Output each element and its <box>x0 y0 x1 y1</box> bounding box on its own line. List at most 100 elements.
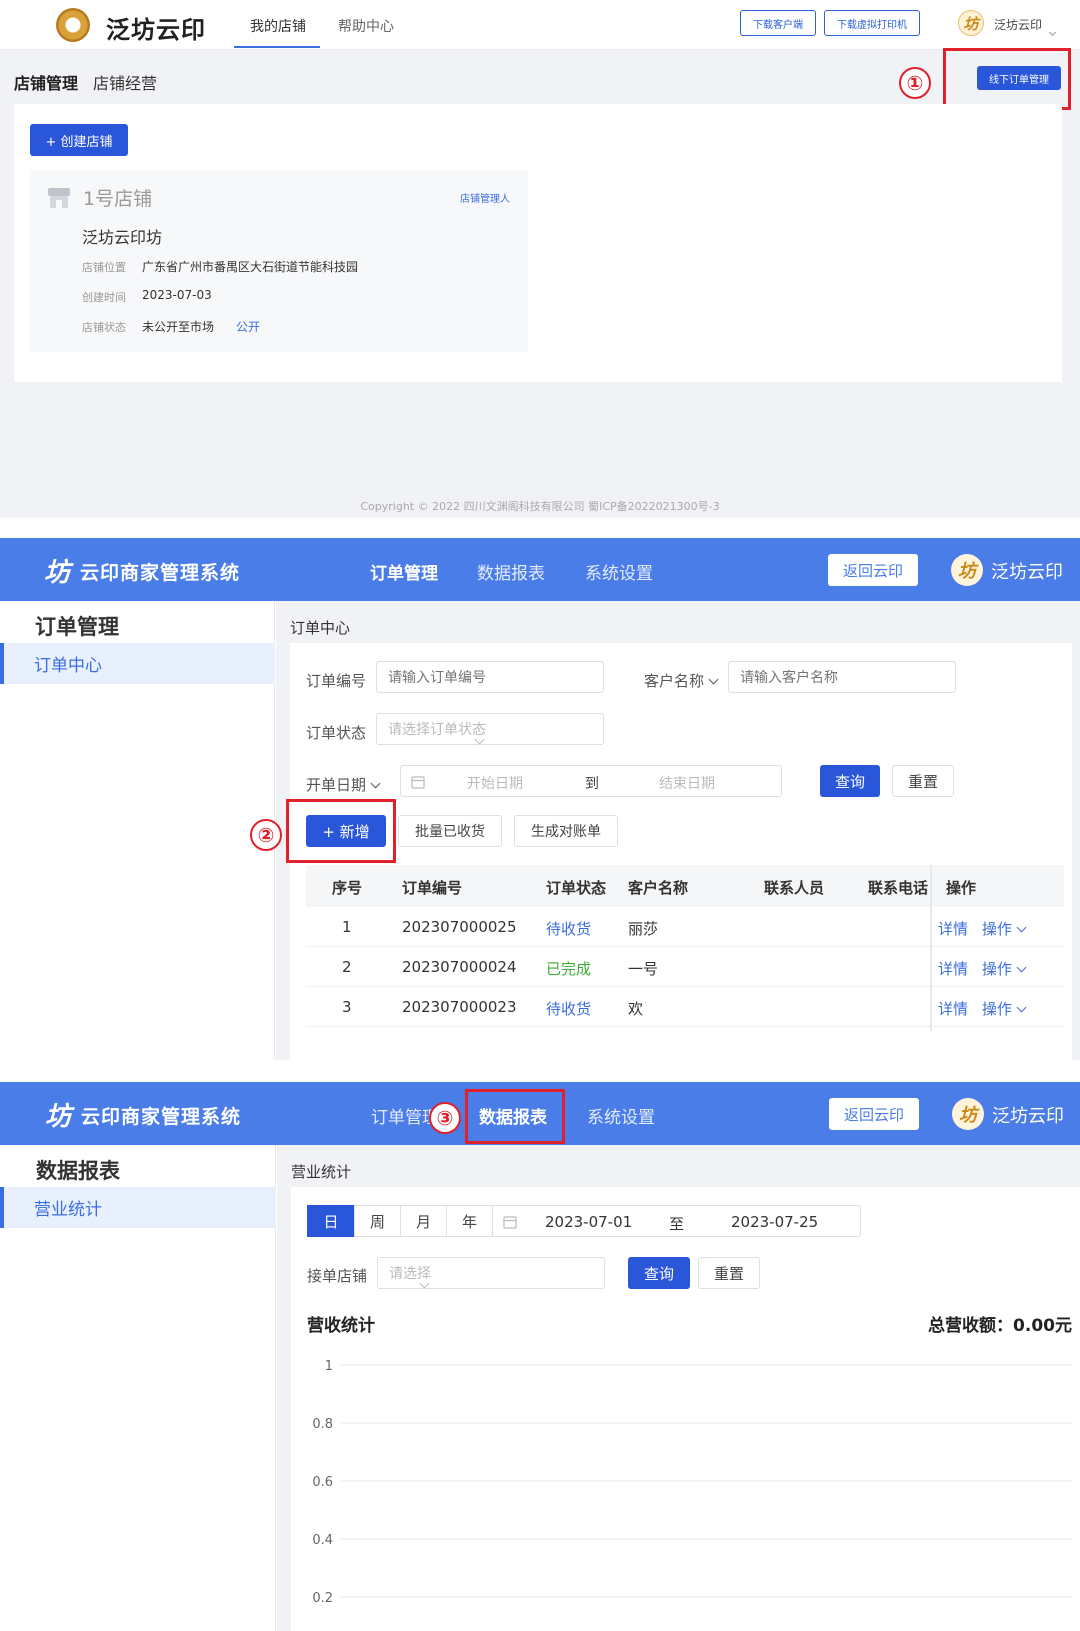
cell-order-status: 待收货 <box>546 920 592 938</box>
operations-label: 操作 <box>982 960 1013 978</box>
download-client-button[interactable]: 下载客户端 <box>740 10 816 36</box>
create-store-button[interactable]: + 创建店铺 <box>30 124 128 156</box>
data-reports-panel: 坊 云印商家管理系统 订单管理 ③ 数据报表 系统设置 返回云印 坊 泛坊云印 … <box>0 1082 1080 1631</box>
cell-index: 2 <box>342 958 352 976</box>
chevron-down-icon <box>370 778 381 789</box>
offline-order-management-button[interactable]: 线下订单管理 <box>977 66 1061 90</box>
user-name[interactable]: 泛坊云印 <box>992 1102 1064 1128</box>
sidebar-title: 数据报表 <box>36 1159 120 1183</box>
created-value: 2023-07-03 <box>142 288 212 302</box>
system-header: 坊 云印商家管理系统 订单管理 数据报表 系统设置 返回云印 坊 泛坊云印 <box>0 538 1080 601</box>
sidebar-item-order-center[interactable]: 订单中心 <box>0 643 275 684</box>
date-range-separator: 至 <box>669 1215 685 1233</box>
stats-card: 日 周 月 年 2023-07-01 至 2023-07-25 接单店铺 请选择… <box>291 1187 1080 1631</box>
sidebar-item-revenue-stats[interactable]: 营业统计 <box>0 1187 276 1228</box>
period-tab-day[interactable]: 日 <box>307 1205 355 1237</box>
cell-index: 3 <box>342 998 352 1016</box>
store-manager-link[interactable]: 店铺管理人 <box>460 190 510 205</box>
operations-dropdown[interactable]: 操作 <box>982 958 1027 979</box>
customer-name-input[interactable] <box>728 661 956 693</box>
brand-name: 泛坊云印 <box>106 16 206 44</box>
store-card[interactable]: 1号店铺 店铺管理人 泛坊云印坊 店铺位置 广东省广州市番禺区大石街道节能科技园… <box>30 170 528 352</box>
calendar-icon <box>411 776 425 789</box>
date-end-placeholder: 结束日期 <box>659 776 715 792</box>
customer-name-label-text: 客户名称 <box>644 672 705 690</box>
tab-store-operation[interactable]: 店铺经营 <box>93 70 157 94</box>
query-button[interactable]: 查询 <box>820 765 880 797</box>
col-index: 序号 <box>332 879 363 897</box>
order-status-placeholder: 请选择订单状态 <box>388 722 486 738</box>
location-value: 广东省广州市番禺区大石街道节能科技园 <box>142 260 359 274</box>
customer-name-label[interactable]: 客户名称 <box>644 670 719 691</box>
order-management-panel: 坊 云印商家管理系统 订单管理 数据报表 系统设置 返回云印 坊 泛坊云印 订单… <box>0 538 1080 1060</box>
sidebar: 订单管理 订单中心 <box>0 601 275 1060</box>
nav-data-reports[interactable]: 数据报表 <box>479 1103 547 1128</box>
tab-store-management[interactable]: 店铺管理 <box>14 70 78 94</box>
query-button[interactable]: 查询 <box>628 1257 690 1289</box>
detail-link[interactable]: 详情 <box>938 998 968 1019</box>
nav-order-management[interactable]: 订单管理 <box>370 559 438 584</box>
store-select[interactable]: 请选择 <box>377 1257 605 1289</box>
operations-dropdown[interactable]: 操作 <box>982 918 1027 939</box>
order-no-label: 订单编号 <box>306 672 367 690</box>
detail-link[interactable]: 详情 <box>938 958 968 979</box>
detail-link[interactable]: 详情 <box>938 918 968 939</box>
location-label: 店铺位置 <box>82 261 126 274</box>
step-marker-3: ③ <box>429 1102 461 1134</box>
batch-received-button[interactable]: 批量已收货 <box>398 815 502 847</box>
make-public-link[interactable]: 公开 <box>236 318 260 335</box>
order-date-label-text: 开单日期 <box>306 776 367 794</box>
nav-data-reports[interactable]: 数据报表 <box>477 559 545 584</box>
user-avatar[interactable]: 坊 <box>952 1098 984 1130</box>
order-no-input[interactable] <box>376 661 604 693</box>
cell-customer-name: 丽莎 <box>628 920 659 938</box>
status-value: 未公开至市场 <box>142 320 215 334</box>
nav-system-settings[interactable]: 系统设置 <box>587 1103 655 1128</box>
y-tick-label: 0.6 <box>312 1475 333 1490</box>
period-tab-week[interactable]: 周 <box>354 1205 401 1237</box>
download-virtual-printer-button[interactable]: 下载虚拟打印机 <box>824 10 920 36</box>
date-range-picker[interactable]: 开始日期 到 结束日期 <box>400 765 782 797</box>
date-end-value: 2023-07-25 <box>731 1213 819 1231</box>
copyright-footer: Copyright © 2022 四川文渊阁科技有限公司 蜀ICP备202202… <box>360 500 720 513</box>
y-tick-label: 0.2 <box>312 1591 333 1606</box>
cell-customer-name: 一号 <box>628 960 659 978</box>
generate-statement-button[interactable]: 生成对账单 <box>514 815 618 847</box>
operations-label: 操作 <box>982 920 1013 938</box>
col-contact-person: 联系人员 <box>764 879 825 897</box>
reset-button[interactable]: 重置 <box>698 1257 760 1289</box>
nav-system-settings[interactable]: 系统设置 <box>585 559 653 584</box>
nav-help-center[interactable]: 帮助中心 <box>338 16 394 36</box>
col-contact-phone: 联系电话 <box>868 879 929 897</box>
order-date-label[interactable]: 开单日期 <box>306 774 381 795</box>
date-start-value: 2023-07-01 <box>545 1213 633 1231</box>
table-row: 1 202307000025 待收货 丽莎 详情 操作 <box>306 907 1064 947</box>
date-range-picker[interactable]: 2023-07-01 至 2023-07-25 <box>492 1205 861 1237</box>
back-to-cloudprint-button[interactable]: 返回云印 <box>829 1098 919 1130</box>
reset-button[interactable]: 重置 <box>892 765 954 797</box>
y-tick-label: 0.8 <box>312 1417 333 1432</box>
col-order-no: 订单编号 <box>402 879 463 897</box>
revenue-chart: 1 0.8 0.6 0.4 0.2 <box>312 1359 1072 1606</box>
order-status-select[interactable]: 请选择订单状态 <box>376 713 604 745</box>
store-list-area: + 创建店铺 1号店铺 店铺管理人 泛坊云印坊 店铺位置 广东省广州市番禺区大石… <box>14 104 1062 382</box>
user-avatar[interactable]: 坊 <box>951 554 983 586</box>
add-order-button[interactable]: + 新增 <box>306 815 386 847</box>
operations-dropdown[interactable]: 操作 <box>982 998 1027 1019</box>
cell-order-no: 202307000024 <box>402 958 517 976</box>
store-number: 1号店铺 <box>83 188 153 210</box>
store-management-panel: 泛坊云印 我的店铺 帮助中心 下载客户端 下载虚拟打印机 坊 泛坊云印 店铺管理… <box>0 0 1080 518</box>
user-avatar[interactable]: 坊 <box>958 10 984 36</box>
breadcrumb: 订单中心 <box>290 619 351 637</box>
user-name[interactable]: 泛坊云印 <box>991 558 1063 584</box>
period-tab-month[interactable]: 月 <box>400 1205 447 1237</box>
user-name[interactable]: 泛坊云印 <box>994 16 1042 33</box>
col-order-status: 订单状态 <box>546 879 607 897</box>
status-label: 店铺状态 <box>82 321 126 334</box>
date-start-placeholder: 开始日期 <box>467 776 523 792</box>
order-card: 订单编号 客户名称 订单状态 请选择订单状态 开单日期 开始日期 到 结束日期 … <box>250 643 1072 1060</box>
created-label: 创建时间 <box>82 291 126 304</box>
nav-my-store[interactable]: 我的店铺 <box>250 16 306 36</box>
period-tab-year[interactable]: 年 <box>446 1205 493 1237</box>
back-to-cloudprint-button[interactable]: 返回云印 <box>828 554 918 586</box>
